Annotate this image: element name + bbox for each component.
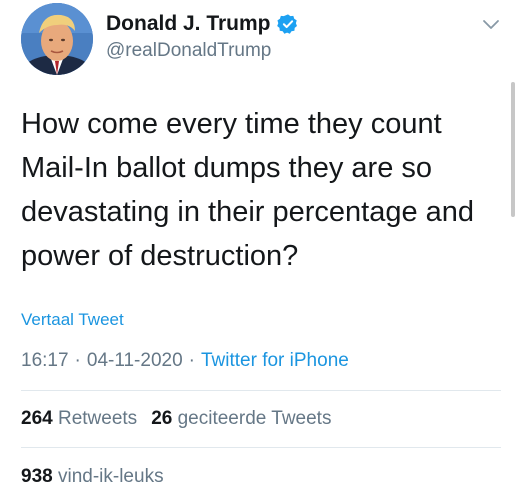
meta-separator: · bbox=[188, 350, 195, 371]
tweet-source-link[interactable]: Twitter for iPhone bbox=[201, 350, 349, 371]
likes-count: 938 bbox=[21, 466, 53, 487]
meta-separator: · bbox=[74, 350, 81, 371]
chevron-down-icon[interactable] bbox=[479, 15, 503, 35]
divider bbox=[21, 390, 501, 391]
verified-badge-icon bbox=[276, 13, 299, 35]
engagement-stats: 264 Retweets 26 geciteerde Tweets bbox=[21, 406, 331, 432]
avatar[interactable] bbox=[21, 3, 93, 75]
likes-label: vind-ik-leuks bbox=[57, 466, 164, 487]
likes-stat[interactable]: 938 vind-ik-leuks bbox=[21, 466, 164, 487]
translate-tweet-link[interactable]: Vertaal Tweet bbox=[21, 308, 124, 332]
likes-stats: 938 vind-ik-leuks bbox=[21, 464, 164, 490]
retweets-label: Retweets bbox=[57, 408, 138, 429]
author-name[interactable]: Donald J. Trump bbox=[106, 10, 271, 38]
tweet-meta: 16:17 · 04-11-2020 · Twitter for iPhone bbox=[21, 348, 349, 374]
avatar-image bbox=[21, 3, 93, 75]
tweet-date[interactable]: 04-11-2020 bbox=[87, 350, 183, 371]
quotes-label: geciteerde Tweets bbox=[177, 408, 332, 429]
retweets-count: 264 bbox=[21, 408, 53, 429]
scrollbar[interactable] bbox=[511, 82, 515, 217]
retweets-stat[interactable]: 264 Retweets bbox=[21, 408, 137, 429]
divider bbox=[21, 447, 501, 448]
author-name-row[interactable]: Donald J. Trump bbox=[106, 10, 299, 38]
quotes-count: 26 bbox=[151, 408, 173, 429]
quote-tweets-stat[interactable]: 26 geciteerde Tweets bbox=[151, 408, 331, 429]
author-handle[interactable]: @realDonaldTrump bbox=[106, 38, 271, 64]
tweet-text: How come every time they count Mail-In b… bbox=[21, 108, 475, 272]
tweet-detail: Donald J. Trump @realDonaldTrump How com… bbox=[0, 0, 521, 500]
tweet-time[interactable]: 16:17 bbox=[21, 350, 69, 371]
